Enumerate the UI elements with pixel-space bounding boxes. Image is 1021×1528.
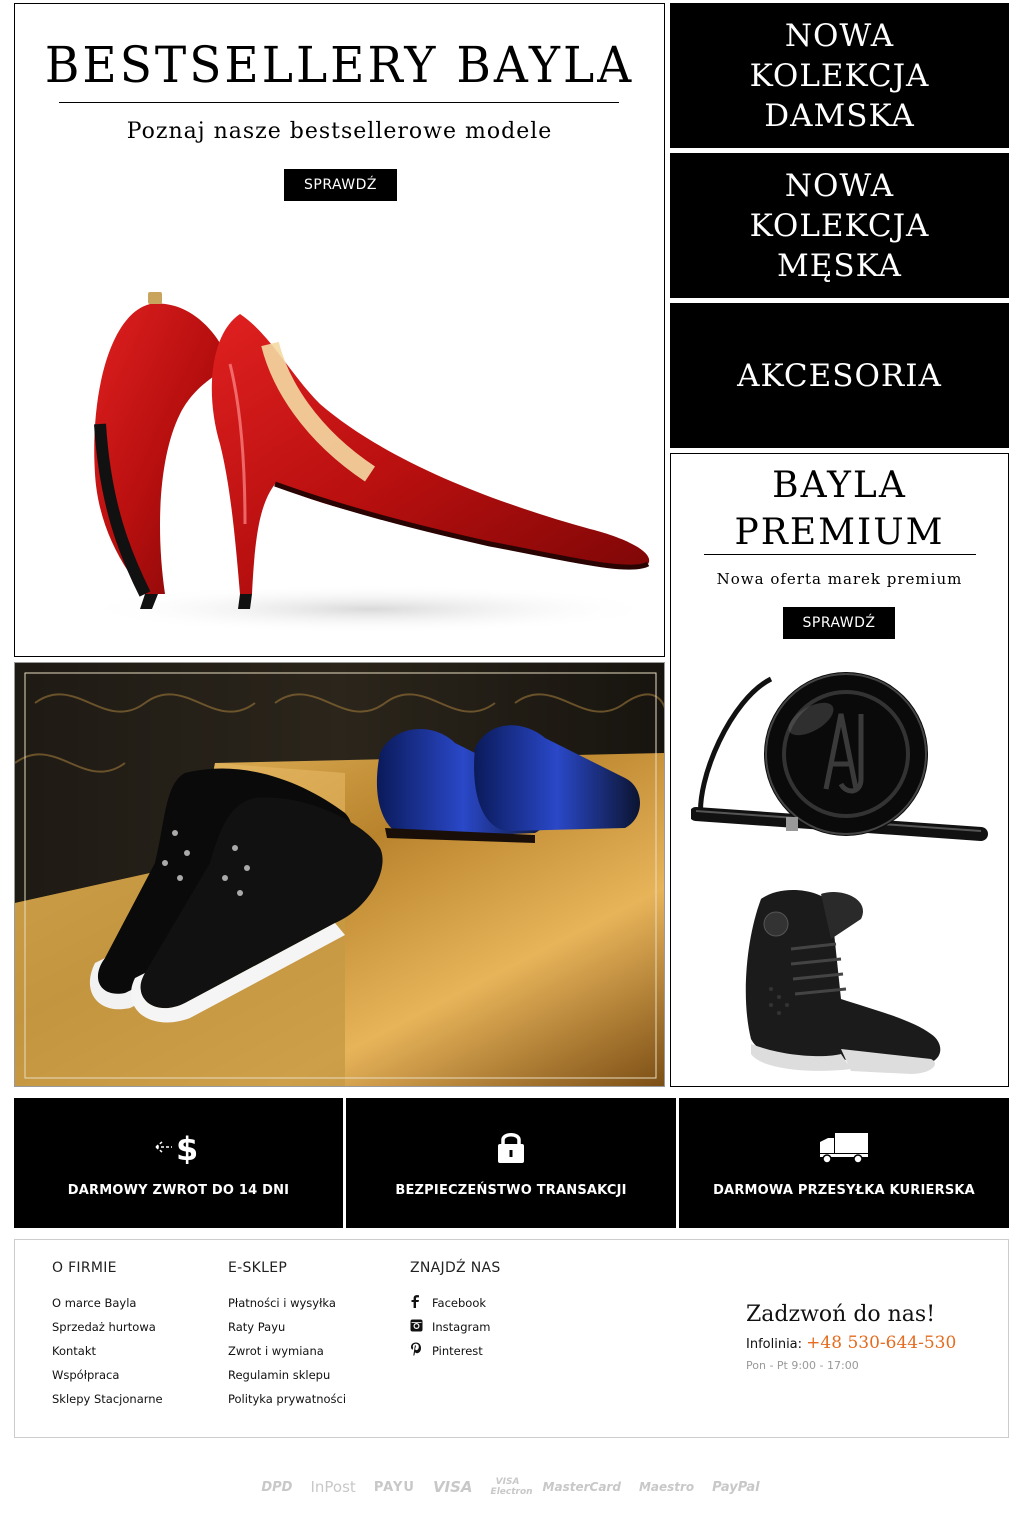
lock-icon bbox=[346, 1130, 676, 1164]
hero-title: BESTSELLERY BAYLA bbox=[44, 36, 635, 95]
premium-banner[interactable]: BAYLA PREMIUM Nowa oferta marek premium … bbox=[670, 453, 1009, 1087]
footer-link-payments[interactable]: Płatności i wysyłka bbox=[228, 1294, 346, 1318]
payu-logo: PAYU bbox=[373, 1479, 415, 1495]
premium-title: BAYLA PREMIUM bbox=[671, 462, 1008, 556]
premium-title-line2: PREMIUM bbox=[734, 512, 945, 553]
footer-link-terms[interactable]: Regulamin sklepu bbox=[228, 1366, 346, 1390]
footer-column-company: O FIRMIE O marce Bayla Sprzedaż hurtowa … bbox=[52, 1260, 163, 1414]
facebook-icon bbox=[410, 1294, 426, 1313]
pinterest-label: Pinterest bbox=[432, 1344, 483, 1358]
hero-subtitle: Poznaj nasze bestsellerowe modele bbox=[126, 119, 553, 144]
paypal-logo: PayPal bbox=[712, 1479, 760, 1495]
footer-link-stores[interactable]: Sklepy Stacjonarne bbox=[52, 1390, 163, 1414]
footer-link-installments[interactable]: Raty Payu bbox=[228, 1318, 346, 1342]
black-sneaker-image bbox=[745, 889, 941, 1074]
instagram-label: Instagram bbox=[432, 1320, 491, 1334]
hotline-phone[interactable]: +48 530-644-530 bbox=[806, 1333, 956, 1353]
bestsellers-banner[interactable]: BESTSELLERY BAYLA Poznaj nasze bestselle… bbox=[14, 3, 665, 657]
pinterest-icon bbox=[410, 1342, 426, 1361]
tile-women-collection[interactable]: NOWA KOLEKCJA DAMSKA bbox=[670, 3, 1009, 148]
footer-column-title: O FIRMIE bbox=[52, 1260, 117, 1276]
hotline: Infolinia: +48 530-644-530 bbox=[746, 1333, 956, 1353]
visa-logo: VISA bbox=[432, 1478, 473, 1496]
round-bag-image bbox=[691, 672, 988, 841]
hotline-hours: Pon - Pt 9:00 - 17:00 bbox=[746, 1359, 859, 1372]
visa-electron-logo: VISA Electron bbox=[490, 1477, 533, 1497]
footer-column-shop: E-SKLEP Płatności i wysyłka Raty Payu Zw… bbox=[228, 1260, 346, 1414]
footer-link-about[interactable]: O marce Bayla bbox=[52, 1294, 163, 1318]
tile-men-label: NOWA KOLEKCJA MĘSKA bbox=[749, 167, 930, 284]
instagram-icon bbox=[410, 1319, 426, 1337]
feature-secure-transaction: BEZPIECZEŃSTWO TRANSAKCJI bbox=[346, 1098, 676, 1228]
footer: O FIRMIE O marce Bayla Sprzedaż hurtowa … bbox=[14, 1239, 1009, 1438]
red-heels-image bbox=[80, 292, 660, 634]
premium-check-button[interactable]: SPRAWDŹ bbox=[783, 607, 895, 639]
dpd-logo: DPD bbox=[261, 1479, 293, 1495]
hero-check-button[interactable]: SPRAWDŹ bbox=[284, 169, 397, 201]
men-shoes-image bbox=[15, 663, 664, 1086]
payment-logos: DPD InPost PAYU VISA VISA Electron Maste… bbox=[0, 1462, 1021, 1512]
footer-link-instagram[interactable]: Instagram bbox=[410, 1318, 501, 1342]
tile-accessories-label: AKCESORIA bbox=[737, 357, 942, 394]
inpost-logo: InPost bbox=[310, 1478, 356, 1496]
svg-text:$: $ bbox=[176, 1130, 198, 1164]
truck-icon bbox=[679, 1130, 1009, 1164]
men-shoes-photo[interactable] bbox=[14, 662, 665, 1087]
feature-free-return: $ DARMOWY ZWROT DO 14 DNI bbox=[14, 1098, 343, 1228]
mastercard-logo: MasterCard bbox=[542, 1480, 621, 1494]
feature-shipping-label: DARMOWA PRZESYŁKA KURIERSKA bbox=[713, 1183, 975, 1198]
footer-column-title: ZNAJDŹ NAS bbox=[410, 1260, 501, 1276]
footer-link-facebook[interactable]: Facebook bbox=[410, 1294, 501, 1318]
footer-column-title: E-SKLEP bbox=[228, 1260, 288, 1276]
feature-free-return-label: DARMOWY ZWROT DO 14 DNI bbox=[67, 1183, 290, 1198]
tile-men-collection[interactable]: NOWA KOLEKCJA MĘSKA bbox=[670, 153, 1009, 298]
facebook-label: Facebook bbox=[432, 1296, 487, 1310]
footer-link-cooperation[interactable]: Współpraca bbox=[52, 1366, 163, 1390]
feature-free-shipping: DARMOWA PRZESYŁKA KURIERSKA bbox=[679, 1098, 1009, 1228]
call-us-title: Zadzwoń do nas! bbox=[746, 1302, 936, 1327]
call-us-block: Zadzwoń do nas! Infolinia: +48 530-644-5… bbox=[746, 1302, 956, 1372]
footer-link-wholesale[interactable]: Sprzedaż hurtowa bbox=[52, 1318, 163, 1342]
maestro-logo: Maestro bbox=[638, 1480, 695, 1494]
premium-title-line1: BAYLA bbox=[772, 465, 907, 506]
premium-divider bbox=[704, 554, 976, 555]
dollar-return-icon: $ bbox=[14, 1130, 343, 1164]
tile-women-label: NOWA KOLEKCJA DAMSKA bbox=[749, 17, 930, 134]
footer-link-returns[interactable]: Zwrot i wymiana bbox=[228, 1342, 346, 1366]
hotline-label: Infolinia: bbox=[746, 1337, 803, 1352]
footer-column-social: ZNAJDŹ NAS Facebook Instagram Pinterest bbox=[410, 1260, 501, 1366]
tile-accessories[interactable]: AKCESORIA bbox=[670, 303, 1009, 448]
footer-link-privacy[interactable]: Polityka prywatności bbox=[228, 1390, 346, 1414]
hero-divider bbox=[59, 102, 619, 103]
footer-link-pinterest[interactable]: Pinterest bbox=[410, 1342, 501, 1366]
premium-subtitle: Nowa oferta marek premium bbox=[716, 570, 963, 588]
feature-secure-label: BEZPIECZEŃSTWO TRANSAKCJI bbox=[395, 1183, 627, 1198]
footer-link-contact[interactable]: Kontakt bbox=[52, 1342, 163, 1366]
